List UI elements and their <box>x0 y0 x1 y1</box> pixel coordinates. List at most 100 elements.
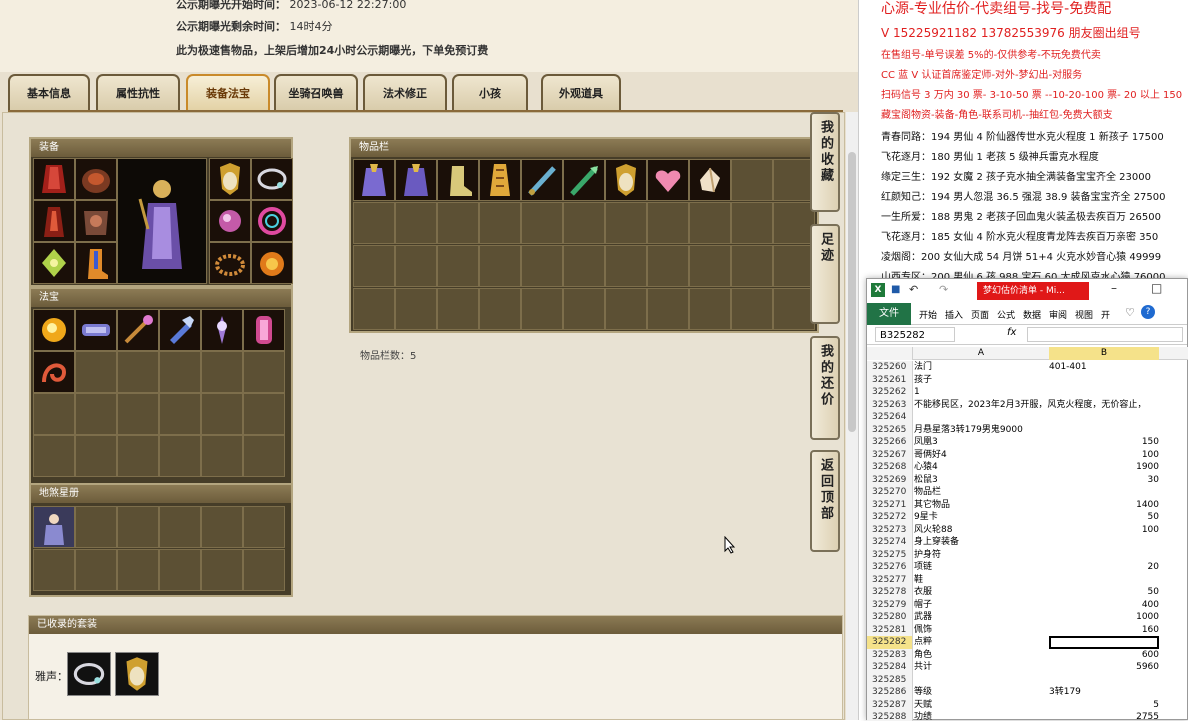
treasure-slot-empty[interactable] <box>117 435 159 477</box>
equip-slot-orb-pink[interactable] <box>209 200 251 242</box>
row-number[interactable]: 325265 <box>867 423 913 436</box>
inventory-slot-empty[interactable] <box>605 202 647 244</box>
cell-b[interactable]: 30 <box>1049 474 1159 487</box>
treasure-slot-5[interactable] <box>201 309 243 351</box>
underworld-slot-empty[interactable] <box>243 549 285 591</box>
help-icon[interactable]: ? <box>1141 305 1155 319</box>
row-number[interactable]: 325262 <box>867 386 913 399</box>
cell-b[interactable]: 100 <box>1049 524 1159 537</box>
cell-a[interactable]: 天赋 <box>914 699 1048 712</box>
tab-appearance[interactable]: 外观道具 <box>541 74 621 110</box>
suit-item-mask[interactable] <box>115 652 159 696</box>
table-row[interactable]: 325273 风火轮88 100 <box>867 523 1188 537</box>
inventory-slot-empty[interactable] <box>605 245 647 287</box>
treasure-slot-empty[interactable] <box>159 351 201 393</box>
inventory-slot-empty[interactable] <box>521 288 563 330</box>
cell-a[interactable]: 等级 <box>914 686 1048 699</box>
inventory-slot-empty[interactable] <box>731 159 773 201</box>
row-number[interactable]: 325282 <box>867 636 913 649</box>
inventory-slot-empty[interactable] <box>647 202 689 244</box>
cell-a[interactable]: 月悬星落3转179男鬼9000 <box>914 424 1048 437</box>
inventory-slot-8[interactable] <box>647 159 689 201</box>
cell-b[interactable]: 5960 <box>1049 661 1159 674</box>
cell-b[interactable]: 100 <box>1049 449 1159 462</box>
inventory-slot-empty[interactable] <box>353 288 395 330</box>
cell-a[interactable]: 身上穿装备 <box>914 536 1048 549</box>
cell-a[interactable]: 孩子 <box>914 374 1048 387</box>
ribbon-tab-data[interactable]: 数据 <box>1023 308 1041 321</box>
inventory-slot-empty[interactable] <box>521 202 563 244</box>
underworld-slot-1[interactable] <box>33 506 75 548</box>
inventory-slot-empty[interactable] <box>605 288 647 330</box>
table-row[interactable]: 325264 <box>867 411 1188 424</box>
treasure-slot-6[interactable] <box>243 309 285 351</box>
table-row[interactable]: 325267 哥俩好4 100 <box>867 448 1188 462</box>
treasure-slot-empty[interactable] <box>117 393 159 435</box>
tab-mounts-pets[interactable]: 坐骑召唤兽 <box>274 74 358 110</box>
cell-a[interactable]: 佩饰 <box>914 624 1048 637</box>
row-number[interactable]: 325279 <box>867 598 913 611</box>
underworld-slot-empty[interactable] <box>75 549 117 591</box>
equip-slot-ring[interactable] <box>251 200 293 242</box>
inventory-slot-empty[interactable] <box>773 159 815 201</box>
cell-b[interactable]: 3转179 <box>1049 686 1159 699</box>
cell-a[interactable]: 物品栏 <box>914 486 1048 499</box>
cell-b[interactable]: 20 <box>1049 561 1159 574</box>
underworld-slot-empty[interactable] <box>243 506 285 548</box>
table-row[interactable]: 325268 心猿4 1900 <box>867 461 1188 474</box>
maximize-icon[interactable]: □ <box>1151 281 1162 295</box>
treasure-slot-3[interactable] <box>117 309 159 351</box>
row-number[interactable]: 325277 <box>867 573 913 586</box>
inventory-slot-empty[interactable] <box>563 202 605 244</box>
ribbon-tab-review[interactable]: 审阅 <box>1049 308 1067 321</box>
row-number[interactable]: 325270 <box>867 486 913 499</box>
column-header-a[interactable]: A <box>914 347 1048 360</box>
cell-a[interactable]: 法门 <box>914 361 1048 374</box>
table-row[interactable]: 325270 物品栏 <box>867 486 1188 499</box>
cell-b[interactable]: 160 <box>1049 624 1159 637</box>
underworld-slot-empty[interactable] <box>33 549 75 591</box>
row-number[interactable]: 325271 <box>867 498 913 511</box>
inventory-slot-empty[interactable] <box>437 202 479 244</box>
row-number[interactable]: 325267 <box>867 448 913 461</box>
table-row[interactable]: 325274 身上穿装备 <box>867 536 1188 549</box>
cell-a[interactable]: 护身符 <box>914 549 1048 562</box>
cell-a[interactable]: 角色 <box>914 649 1048 662</box>
cell-a[interactable]: 点粹 <box>914 636 1048 649</box>
table-row[interactable]: 325284 共计 5960 <box>867 661 1188 674</box>
treasure-slot-empty[interactable] <box>33 393 75 435</box>
equip-slot-mask[interactable] <box>209 158 251 200</box>
spreadsheet-grid[interactable]: A B 325260 法门 401-401 325261 孩子 325262 1 325263… <box>867 347 1188 721</box>
equip-slot-robe[interactable] <box>75 200 117 242</box>
inventory-slot-5[interactable] <box>521 159 563 201</box>
treasure-slot-empty[interactable] <box>159 435 201 477</box>
table-row[interactable]: 325271 其它物品 1400 <box>867 498 1188 511</box>
ribbon-tab-home[interactable]: 开始 <box>919 308 937 321</box>
tab-children[interactable]: 小孩 <box>452 74 528 110</box>
row-number[interactable]: 325284 <box>867 661 913 674</box>
cell-a[interactable]: 鞋 <box>914 574 1048 587</box>
underworld-slot-empty[interactable] <box>117 549 159 591</box>
table-row[interactable]: 325277 鞋 <box>867 573 1188 587</box>
inventory-slot-empty[interactable] <box>773 288 815 330</box>
fx-icon[interactable]: fx <box>1007 327 1016 338</box>
ribbon-tab-formulas[interactable]: 公式 <box>997 308 1015 321</box>
underworld-slot-empty[interactable] <box>201 549 243 591</box>
inventory-slot-empty[interactable] <box>353 202 395 244</box>
inventory-slot-empty[interactable] <box>773 245 815 287</box>
treasure-slot-4[interactable] <box>159 309 201 351</box>
inventory-slot-empty[interactable] <box>395 245 437 287</box>
inventory-slot-empty[interactable] <box>521 245 563 287</box>
cell-b[interactable]: 5 <box>1049 699 1159 712</box>
row-number[interactable]: 325263 <box>867 398 913 411</box>
row-number[interactable]: 325281 <box>867 623 913 636</box>
table-row[interactable]: 325272 9星卡 50 <box>867 511 1188 524</box>
inventory-slot-empty[interactable] <box>773 202 815 244</box>
equip-slot-bead-chain[interactable] <box>209 242 251 284</box>
row-number[interactable]: 325285 <box>867 673 913 686</box>
inventory-slot-6[interactable] <box>563 159 605 201</box>
table-row[interactable]: 325280 武器 1000 <box>867 611 1188 624</box>
scrollbar-thumb[interactable] <box>848 152 856 432</box>
cell-b[interactable]: 50 <box>1049 586 1159 599</box>
inventory-slot-empty[interactable] <box>731 288 773 330</box>
